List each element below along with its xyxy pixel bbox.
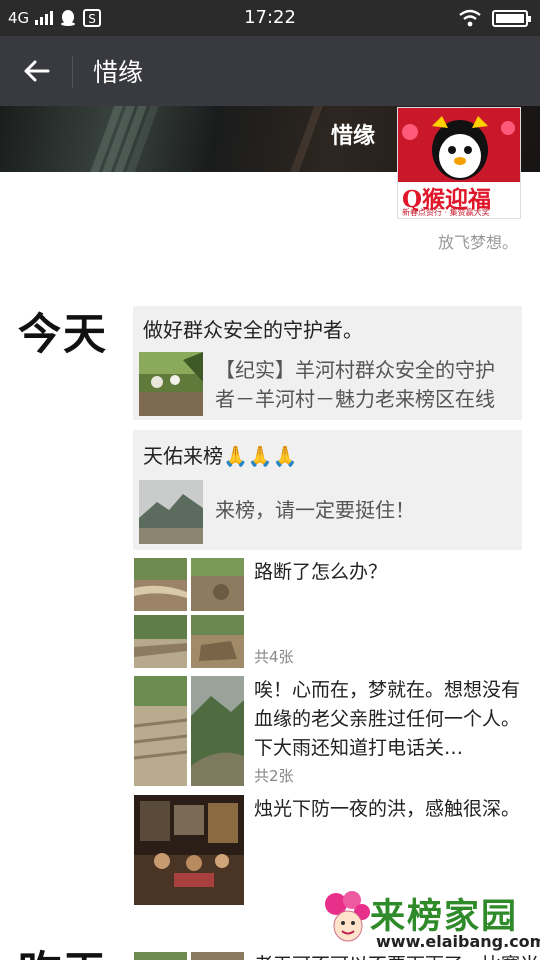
link-thumbnail (139, 480, 203, 544)
post-photo[interactable] (134, 795, 244, 905)
post-text: 烛光下防一夜的洪，感触很深。 (254, 798, 521, 820)
post-photo[interactable] (134, 558, 187, 611)
post-text: 天佑来榜🙏🙏🙏 (143, 444, 298, 468)
post-photo[interactable] (134, 615, 187, 668)
post-text: 路断了怎么办？ (254, 561, 388, 583)
title-divider (72, 56, 73, 88)
post-photo[interactable] (191, 558, 244, 611)
post-photo[interactable] (134, 952, 187, 960)
date-label-today: 今天 (18, 310, 108, 360)
photo-count: 共4张 (254, 648, 294, 666)
avatar-subtext: 新春点赞行 · 集赞赢大奖 (402, 208, 490, 217)
link-thumbnail (139, 352, 203, 416)
feed-post[interactable]: 做好群众安全的守护者。 【纪实】羊河村群众安全的守护者－羊河村－魅力老来榜区在线 (133, 306, 522, 420)
page-title: 惜缘 (93, 58, 144, 87)
wifi-icon (459, 9, 481, 27)
photo-count: 共2张 (254, 767, 294, 785)
post-text: 做好群众安全的守护者。 (143, 318, 363, 342)
post-photo[interactable] (191, 615, 244, 668)
back-button[interactable] (16, 53, 56, 89)
avatar[interactable]: Q猴迎福 新春点赞行 · 集赞赢大奖 (397, 107, 521, 219)
back-arrow-icon (24, 60, 50, 82)
status-right (458, 9, 531, 27)
watermark-logo (325, 891, 370, 942)
post-photo[interactable] (191, 952, 244, 960)
post-photo[interactable] (191, 676, 244, 786)
post-photo[interactable] (134, 676, 187, 786)
post-text: 唉！心而在，梦就在。想想没有血缘的老父亲胜过任何一个人。下大雨还知道打电话关… (254, 679, 520, 759)
title-bar: 惜缘 (0, 36, 540, 106)
battery-icon (492, 9, 531, 27)
watermark: 来榜家园 www.elaibang.com (322, 888, 540, 954)
date-label-yesterday: 昨天 (18, 938, 108, 960)
feed-post[interactable]: 天佑来榜🙏🙏🙏 来榜，请一定要挺住！ (133, 430, 522, 550)
signature: 放飞梦想。 (437, 233, 518, 252)
link-title: 来榜，请一定要挺住！ (215, 498, 415, 522)
profile-name: 惜缘 (331, 124, 376, 149)
link-title: 【纪实】羊河村群众安全的守护者－羊河村－魅力老来榜区在线 (215, 358, 495, 411)
watermark-url: www.elaibang.com (376, 932, 540, 951)
status-bar: 4G S 17:22 (0, 0, 540, 36)
